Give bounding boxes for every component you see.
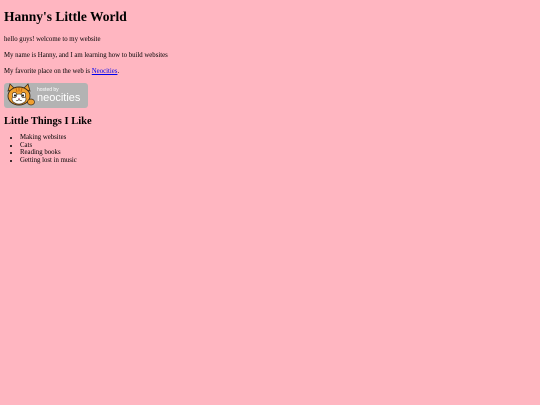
about-text: My name is Hanny, and I am learning how … xyxy=(4,52,168,59)
list-item: Getting lost in music xyxy=(20,157,536,165)
likes-list: Making websites Cats Reading books Getti… xyxy=(4,134,536,164)
list-item: Making websites xyxy=(20,134,536,142)
list-item: Cats xyxy=(20,142,536,150)
intro-text: hello guys! welcome to my website xyxy=(4,36,101,43)
favorite-prefix: My favorite place on the web is xyxy=(4,68,92,75)
page-content: Hanny's Little World hello guys! welcome… xyxy=(0,0,540,168)
neocities-cat-icon xyxy=(7,83,35,106)
favorite-place-text: My favorite place on the web is Neocitie… xyxy=(4,67,536,76)
badge-brand-text: neocities xyxy=(37,92,81,104)
neocities-link[interactable]: Neocities xyxy=(92,68,118,75)
hosted-by-neocities-badge[interactable]: hosted by neocities xyxy=(4,83,88,108)
favorite-suffix: . xyxy=(117,68,120,75)
likes-heading: Little Things I Like xyxy=(4,116,92,127)
page-title: Hanny's Little World xyxy=(4,9,127,24)
list-item: Reading books xyxy=(20,149,536,157)
